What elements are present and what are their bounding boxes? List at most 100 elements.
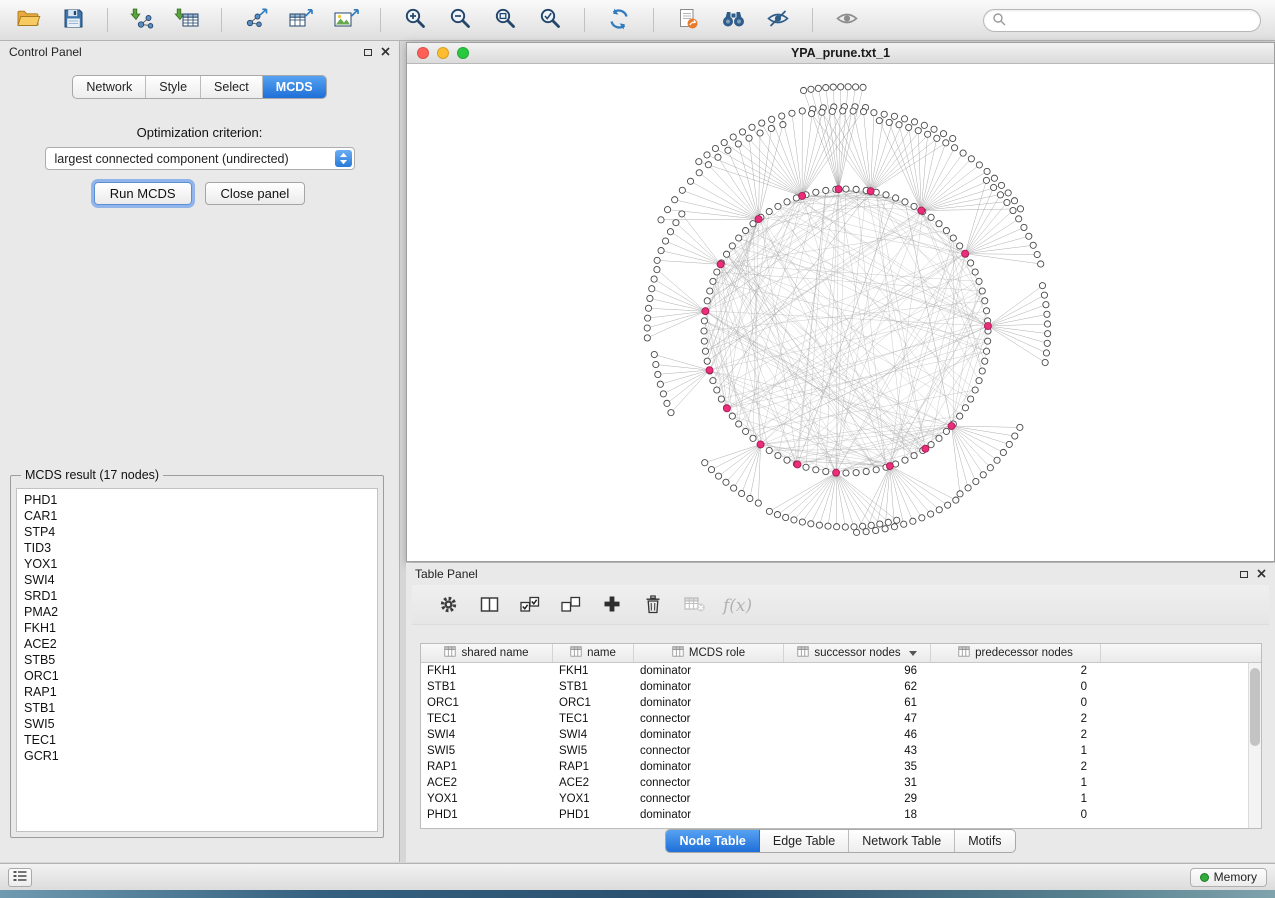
close-table-panel-icon[interactable] [1257,567,1266,581]
table-cell[interactable]: 2 [931,665,1101,677]
table-cell[interactable]: RAP1 [421,761,553,773]
table-scrollbar-thumb[interactable] [1250,668,1260,746]
table-settings-gear-button[interactable] [436,594,460,618]
table-row[interactable]: PHD1PHD1dominator180 [421,807,1261,823]
create-column-button[interactable] [600,594,624,618]
table-cell[interactable]: SWI5 [421,745,553,757]
zoom-out-button[interactable] [442,5,478,36]
criterion-dropdown[interactable]: largest connected component (undirected) [45,147,355,170]
table-cell[interactable]: 2 [931,761,1101,773]
table-cell[interactable]: 1 [931,745,1101,757]
table-cell[interactable]: 31 [784,777,931,789]
run-mcds-button[interactable]: Run MCDS [94,182,192,205]
zoom-fit-button[interactable] [487,5,523,36]
mcds-result-item[interactable]: YOX1 [24,556,370,572]
traffic-light-minimize[interactable] [437,47,449,59]
mcds-result-item[interactable]: TEC1 [24,732,370,748]
tab-network[interactable]: Network [73,76,146,98]
table-row[interactable]: SWI5SWI5connector431 [421,743,1261,759]
float-panel-icon[interactable] [364,49,372,56]
table-cell[interactable]: connector [634,793,784,805]
table-cell[interactable]: FKH1 [421,665,553,677]
tab-style[interactable]: Style [146,76,201,98]
column-header-predecessor-nodes[interactable]: predecessor nodes [931,644,1101,662]
tab-network-table[interactable]: Network Table [849,830,955,852]
table-row[interactable]: FKH1FKH1dominator962 [421,663,1261,679]
mcds-result-item[interactable]: PMA2 [24,604,370,620]
show-columns-button[interactable] [477,594,501,618]
table-cell[interactable]: PHD1 [421,809,553,821]
table-cell[interactable]: 35 [784,761,931,773]
unselect-all-columns-button[interactable] [559,594,583,618]
import-table-button[interactable] [169,5,205,36]
table-cell[interactable]: 0 [931,681,1101,693]
table-row[interactable]: SWI4SWI4dominator462 [421,727,1261,743]
table-row[interactable]: TEC1TEC1connector472 [421,711,1261,727]
mcds-result-item[interactable]: SRD1 [24,588,370,604]
close-panel-button[interactable]: Close panel [205,182,306,205]
table-cell[interactable]: 2 [931,713,1101,725]
network-graph[interactable] [407,64,1274,561]
export-image-button[interactable] [328,5,364,36]
tab-node-table[interactable]: Node Table [666,830,759,852]
import-network-button[interactable] [124,5,160,36]
table-cell[interactable]: STB1 [421,681,553,693]
export-table-button[interactable] [283,5,319,36]
table-row[interactable]: RAP1RAP1dominator352 [421,759,1261,775]
mcds-result-item[interactable]: ACE2 [24,636,370,652]
column-header-MCDS-role[interactable]: MCDS role [634,644,784,662]
table-cell[interactable]: dominator [634,809,784,821]
table-cell[interactable]: 18 [784,809,931,821]
table-cell[interactable]: STB1 [553,681,634,693]
table-cell[interactable]: 46 [784,729,931,741]
table-cell[interactable]: 0 [931,809,1101,821]
save-session-button[interactable] [55,5,91,36]
table-cell[interactable]: YOX1 [553,793,634,805]
tab-motifs[interactable]: Motifs [955,830,1014,852]
table-row[interactable]: ORC1ORC1dominator610 [421,695,1261,711]
traffic-light-maximize[interactable] [457,47,469,59]
float-table-panel-icon[interactable] [1240,571,1248,578]
show-graphics-details-button[interactable] [829,5,865,36]
tab-mcds[interactable]: MCDS [263,76,326,98]
column-header-shared-name[interactable]: shared name [421,644,553,662]
table-cell[interactable]: SWI4 [421,729,553,741]
search-box[interactable] [983,9,1261,32]
table-cell[interactable]: ORC1 [553,697,634,709]
memory-button[interactable]: Memory [1190,868,1267,887]
mcds-result-item[interactable]: PHD1 [24,492,370,508]
table-cell[interactable]: ACE2 [553,777,634,789]
mcds-result-item[interactable]: SWI4 [24,572,370,588]
table-cell[interactable]: dominator [634,697,784,709]
column-header-successor-nodes[interactable]: successor nodes [784,644,931,662]
table-cell[interactable]: 96 [784,665,931,677]
table-cell[interactable]: 61 [784,697,931,709]
select-all-columns-button[interactable] [518,594,542,618]
table-cell[interactable]: RAP1 [553,761,634,773]
mcds-result-item[interactable]: STB5 [24,652,370,668]
table-cell[interactable]: dominator [634,665,784,677]
table-cell[interactable]: dominator [634,761,784,773]
traffic-light-close[interactable] [417,47,429,59]
network-window-titlebar[interactable]: YPA_prune.txt_1 [407,43,1274,64]
tab-select[interactable]: Select [201,76,263,98]
table-row[interactable]: STB1STB1dominator620 [421,679,1261,695]
table-cell[interactable]: 62 [784,681,931,693]
table-cell[interactable]: ACE2 [421,777,553,789]
table-cell[interactable]: 1 [931,777,1101,789]
refresh-view-button[interactable] [601,5,637,36]
share-document-button[interactable] [670,5,706,36]
table-cell[interactable]: SWI5 [553,745,634,757]
table-cell[interactable]: PHD1 [553,809,634,821]
table-cell[interactable]: connector [634,777,784,789]
table-cell[interactable]: 47 [784,713,931,725]
table-cell[interactable]: TEC1 [421,713,553,725]
table-cell[interactable]: SWI4 [553,729,634,741]
close-panel-icon[interactable] [381,45,390,59]
column-header-name[interactable]: name [553,644,634,662]
table-row[interactable]: ACE2ACE2connector311 [421,775,1261,791]
network-canvas[interactable] [407,64,1274,561]
table-cell[interactable]: connector [634,713,784,725]
mcds-result-item[interactable]: ORC1 [24,668,370,684]
mcds-result-item[interactable]: SWI5 [24,716,370,732]
